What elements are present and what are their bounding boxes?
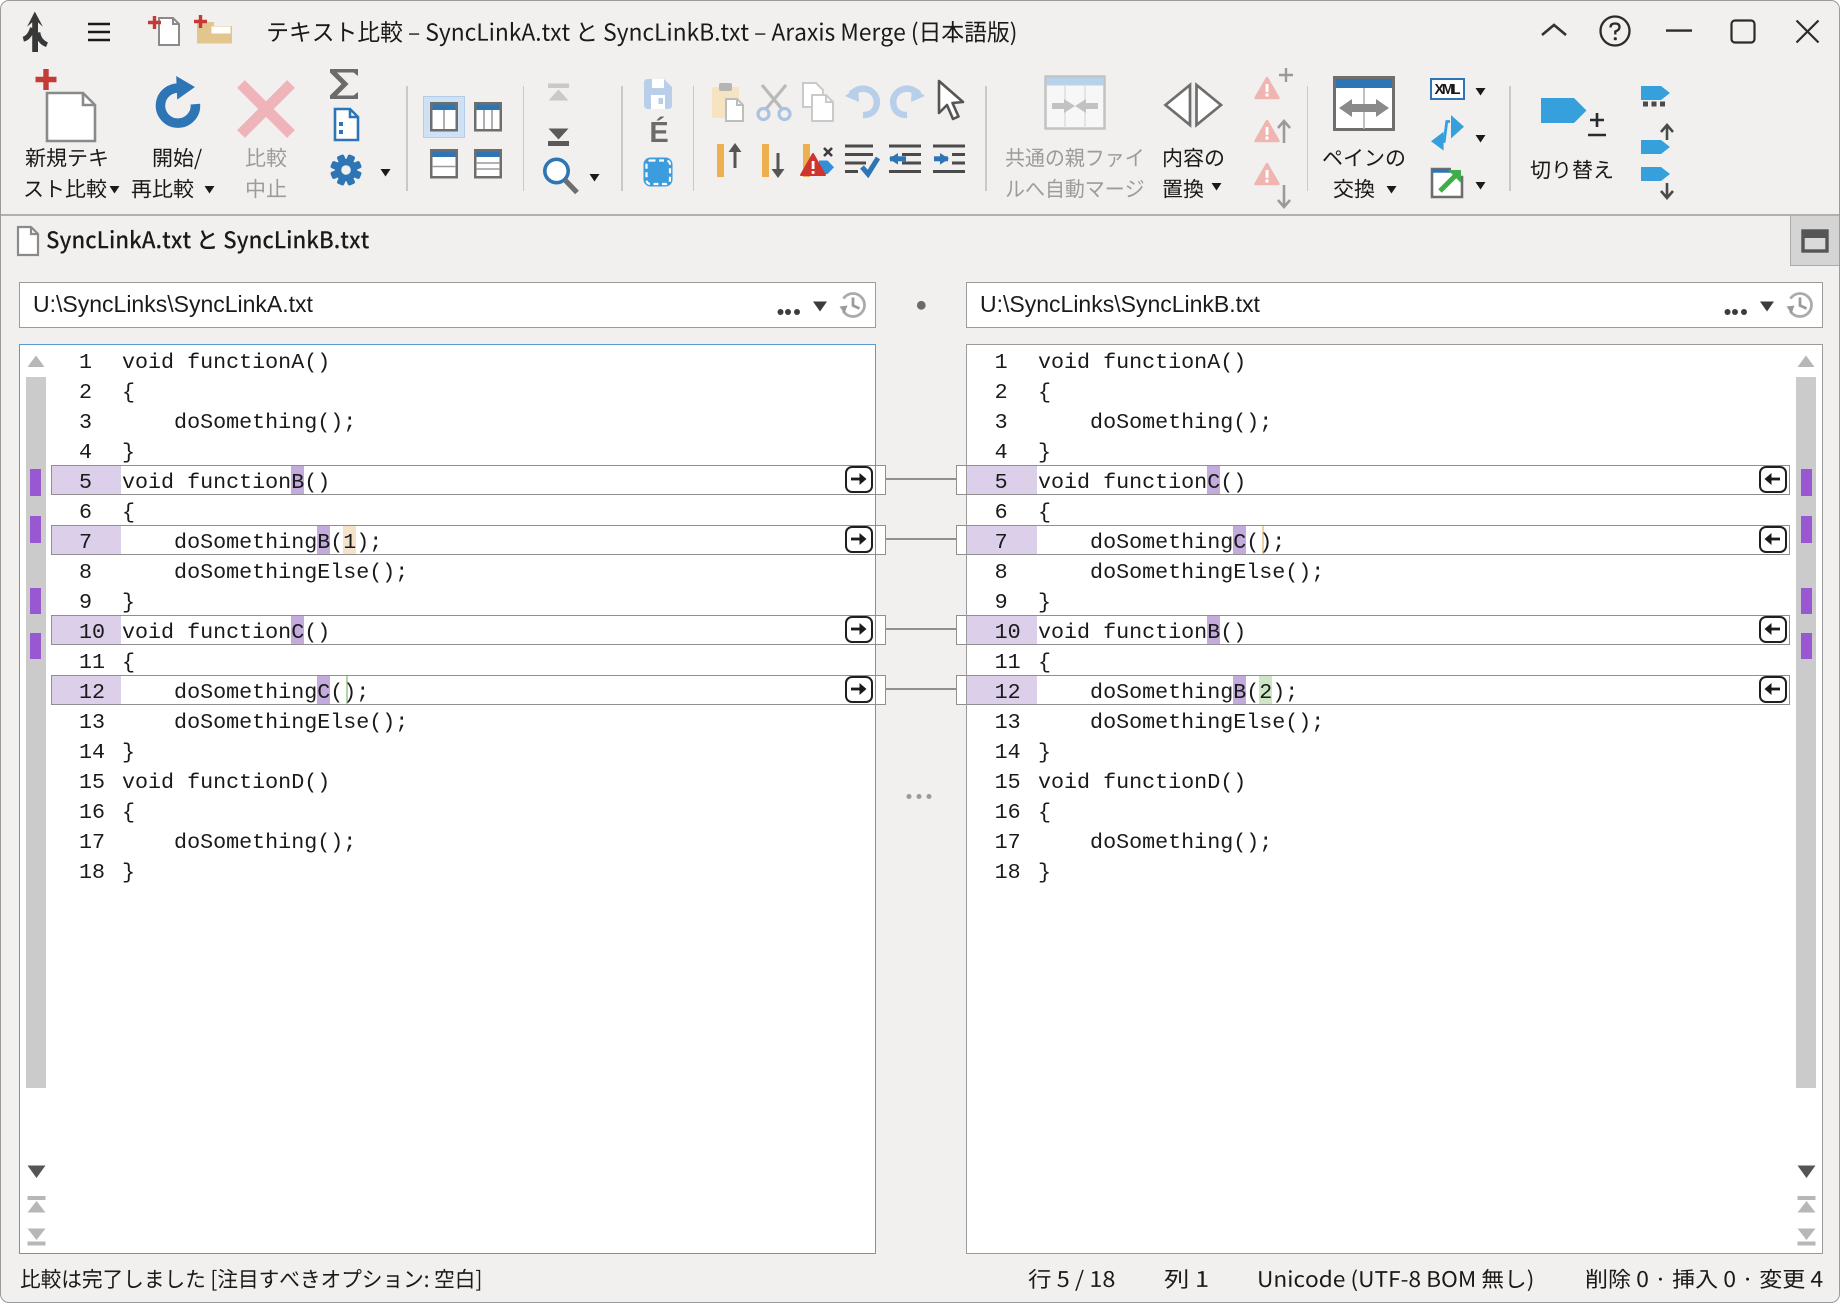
svg-text:XML: XML — [1435, 82, 1461, 98]
